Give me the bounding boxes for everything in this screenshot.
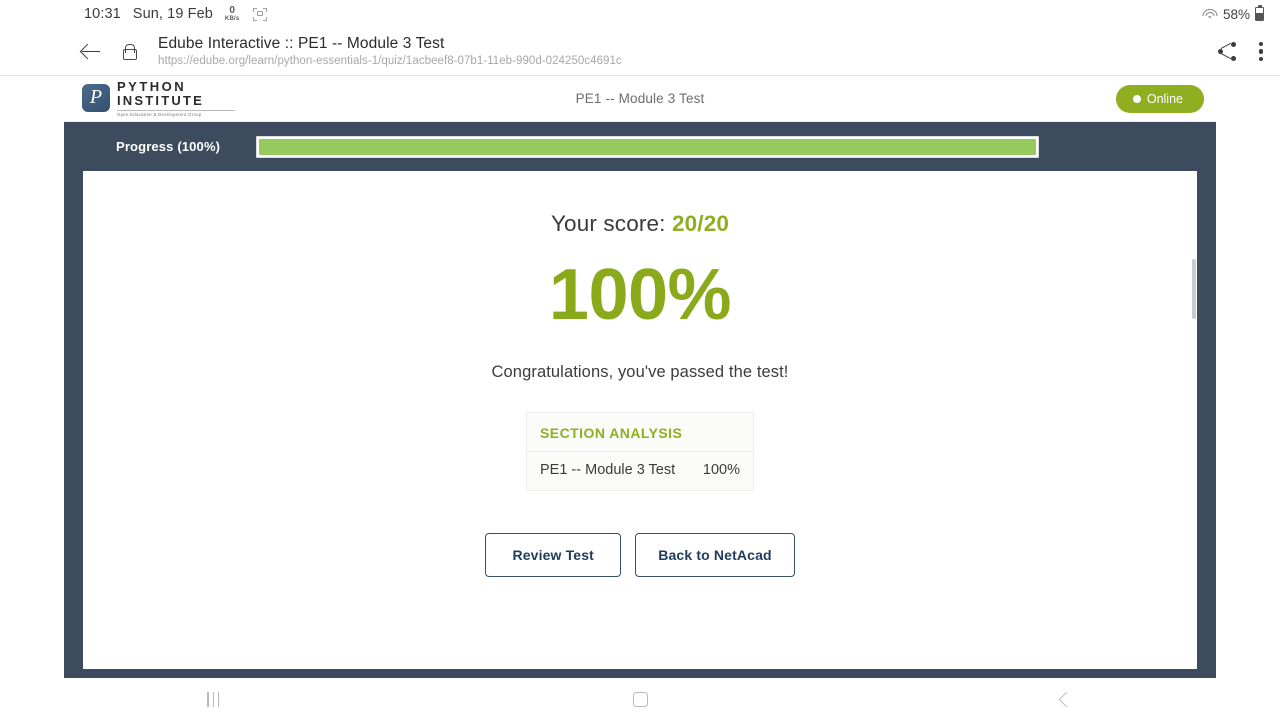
browser-toolbar-actions: [1217, 41, 1264, 62]
recents-icon: [207, 691, 220, 707]
site-header: P PYTHON INSTITUTE Open Education & Deve…: [64, 76, 1216, 122]
network-speed-indicator: 0 KB/s: [224, 5, 240, 23]
score-percentage: 100%: [548, 255, 732, 335]
page-margin-left: [0, 76, 64, 678]
progress-label: Progress (100%): [116, 139, 221, 154]
back-icon: [1058, 691, 1075, 707]
logo-divider: [117, 109, 235, 111]
progress-bar-fill: [259, 138, 1037, 155]
battery-icon: [1255, 7, 1264, 21]
nav-home-button[interactable]: [427, 691, 854, 707]
logo-line-2: INSTITUTE: [117, 93, 204, 109]
section-name: PE1 -- Module 3 Test: [540, 462, 676, 478]
wifi-icon: [1202, 8, 1218, 21]
browser-url: https://edube.org/learn/python-essential…: [158, 55, 622, 68]
battery-percent-label: 58%: [1222, 6, 1250, 22]
lock-icon[interactable]: [121, 43, 137, 61]
browser-page-title: Edube Interactive :: PE1 -- Module 3 Tes…: [158, 35, 445, 53]
quiz-result-panel: Your score: 20/20 100% Congratulations, …: [83, 171, 1197, 669]
screen-capture-icon: [253, 7, 268, 21]
online-dot-icon: [1132, 94, 1141, 103]
section-analysis-heading: SECTION ANALYSIS: [540, 425, 683, 441]
online-status-label: Online: [1146, 91, 1183, 106]
address-bar[interactable]: Edube Interactive :: PE1 -- Module 3 Tes…: [158, 35, 622, 67]
page-title: PE1 -- Module 3 Test: [575, 91, 705, 106]
home-icon: [632, 691, 648, 707]
score-prefix-label: Your score:: [550, 211, 666, 236]
progress-row: Progress (100%): [64, 122, 1216, 171]
online-status-badge[interactable]: Online: [1115, 84, 1204, 113]
congratulations-message: Congratulations, you've passed the test!: [491, 363, 789, 381]
back-to-netacad-button[interactable]: Back to NetAcad: [635, 533, 795, 577]
score-value: 20/20: [671, 211, 730, 236]
progress-bar: [256, 135, 1040, 158]
android-status-bar: 10:31 Sun, 19 Feb 0 KB/s 58%: [0, 0, 1280, 28]
result-content: Your score: 20/20 100% Congratulations, …: [83, 171, 1197, 577]
logo-tagline: Open Education & Development Group: [117, 111, 202, 117]
score-line: Your score: 20/20: [83, 211, 1197, 237]
network-speed-unit: KB/s: [224, 16, 240, 22]
nav-back-button[interactable]: [853, 691, 1280, 707]
network-speed-value: 0: [229, 5, 235, 16]
status-time: 10:31: [84, 6, 121, 22]
back-arrow-icon[interactable]: [80, 41, 102, 63]
nav-recents-button[interactable]: [0, 691, 427, 707]
python-institute-logo[interactable]: P PYTHON INSTITUTE Open Education & Deve…: [82, 80, 235, 117]
review-test-button[interactable]: Review Test: [485, 533, 622, 577]
browser-toolbar: Edube Interactive :: PE1 -- Module 3 Tes…: [0, 28, 1280, 76]
status-bar-left: 10:31 Sun, 19 Feb 0 KB/s: [84, 5, 268, 23]
overflow-menu-icon[interactable]: [1259, 41, 1264, 62]
logo-line-1: PYTHON: [117, 78, 187, 94]
table-row: PE1 -- Module 3 Test 100%: [527, 451, 753, 490]
section-score: 100%: [702, 462, 740, 478]
scrollbar-thumb[interactable]: [1192, 259, 1196, 319]
status-bar-right: 58%: [1202, 7, 1264, 22]
android-nav-bar: [0, 678, 1280, 720]
status-date: Sun, 19 Feb: [132, 6, 213, 22]
logo-mark-icon: P: [82, 84, 110, 113]
device-screen: 10:31 Sun, 19 Feb 0 KB/s 58% Edube Inter…: [0, 0, 1280, 720]
page-margin-right: [1216, 76, 1280, 678]
quiz-frame: Progress (100%) Your score: 20/20 100% C…: [64, 122, 1216, 678]
section-analysis-box: SECTION ANALYSIS PE1 -- Module 3 Test 10…: [526, 412, 754, 491]
logo-wordmark: PYTHON INSTITUTE Open Education & Develo…: [117, 80, 235, 117]
action-buttons: Review Test Back to NetAcad: [83, 533, 1197, 577]
share-icon[interactable]: [1217, 42, 1237, 62]
